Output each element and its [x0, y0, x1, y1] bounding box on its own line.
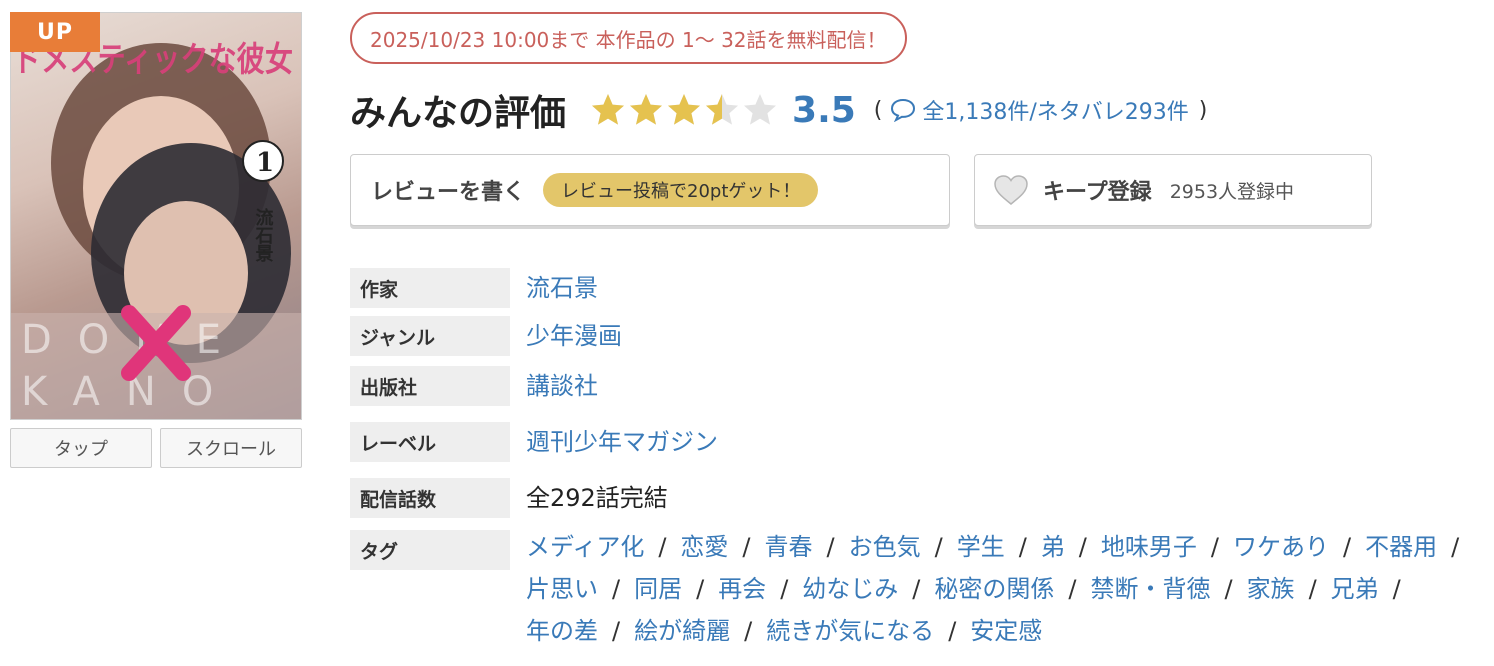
tag-link[interactable]: 秘密の関係 [934, 568, 1054, 610]
cover-image[interactable]: ドメスティックな彼女 1 流石景 DOME KANO [10, 12, 302, 420]
detail-row-publisher: 出版社 講談社 [350, 366, 598, 406]
cover-artwork: ドメスティックな彼女 1 流石景 DOME KANO [11, 40, 301, 419]
detail-label-publisher: 出版社 [350, 366, 510, 406]
speech-bubble-icon [891, 98, 916, 122]
rating-stars [590, 92, 778, 128]
tag-link[interactable]: お色気 [849, 526, 921, 568]
up-badge: UP [10, 12, 100, 52]
tag-separator: / [934, 533, 943, 561]
tag-link[interactable]: メディア化 [526, 526, 644, 568]
rating-row: みんなの評価 3.5 ( 全1,138件/ネタバレ293件 ) [350, 82, 1211, 138]
author-link[interactable]: 流石景 [526, 268, 598, 308]
tag-link[interactable]: 恋愛 [680, 526, 728, 568]
view-mode-buttons: タップ スクロール [10, 428, 302, 468]
tag-link[interactable]: 安定感 [970, 610, 1042, 652]
cover-author-text: 流石景 [253, 207, 275, 263]
tag-separator: / [1224, 575, 1233, 603]
tag-separator: / [744, 617, 753, 645]
tag-link[interactable]: 兄弟 [1331, 568, 1379, 610]
detail-label-tags: タグ [350, 530, 510, 570]
keep-button[interactable]: キープ登録 2953人登録中 [974, 154, 1372, 226]
rating-score: 3.5 [792, 89, 856, 131]
tag-separator: / [1068, 575, 1077, 603]
episodes-value: 全292話完結 [526, 484, 668, 512]
star-icon [668, 94, 701, 125]
tag-separator: / [612, 575, 621, 603]
detail-row-imprint: レーベル 週刊少年マガジン [350, 422, 718, 462]
detail-row-tags: タグ メディア化 / 恋愛 / 青春 / お色気 / 学生 / 弟 / 地味男子 / ワケあり / 不器用 / 片思… [350, 530, 1480, 652]
tag-link[interactable]: 家族 [1247, 568, 1295, 610]
tag-list: メディア化 / 恋愛 / 青春 / お色気 / 学生 / 弟 / 地味男子 / ワケあり / 不器用 / 片思い / 同… [526, 526, 1476, 652]
tag-link[interactable]: 学生 [957, 526, 1005, 568]
detail-label-genre: ジャンル [350, 316, 510, 356]
write-review-button[interactable]: レビューを書く レビュー投稿で20ptゲット！ [350, 154, 950, 226]
tag-link[interactable]: 続きが気になる [766, 610, 934, 652]
review-count-link[interactable]: ( 全1,138件/ネタバレ293件 ) [870, 94, 1212, 126]
free-campaign-notice: 2025/10/23 10:00まで 本作品の 1〜 32話を無料配信！ [350, 12, 907, 64]
detail-row-genre: ジャンル 少年漫画 [350, 316, 622, 356]
tag-link[interactable]: 幼なじみ [802, 568, 898, 610]
tag-separator: / [1210, 533, 1219, 561]
tag-separator: / [780, 575, 789, 603]
tag-separator: / [696, 575, 705, 603]
star-icon [706, 94, 739, 125]
tap-mode-button[interactable]: タップ [10, 428, 152, 468]
detail-label-episodes: 配信話数 [350, 478, 510, 518]
tag-separator: / [1018, 533, 1027, 561]
tag-separator: / [612, 617, 621, 645]
scroll-mode-button[interactable]: スクロール [160, 428, 302, 468]
review-counts: 全1,138件/ネタバレ293件 [922, 100, 1189, 125]
tag-link[interactable]: 片思い [526, 568, 598, 610]
open-paren: ( [873, 97, 883, 123]
tag-link[interactable]: 再会 [718, 568, 766, 610]
tag-separator: / [1078, 533, 1087, 561]
tag-separator: / [948, 617, 957, 645]
publisher-link[interactable]: 講談社 [526, 366, 598, 406]
tag-link[interactable]: ワケあり [1233, 526, 1329, 568]
tag-separator: / [1342, 533, 1352, 561]
detail-label-author: 作家 [350, 268, 510, 308]
detail-row-episodes: 配信話数 全292話完結 [350, 478, 668, 518]
star-icon [744, 94, 777, 125]
tag-separator: / [826, 533, 835, 561]
review-promo-badge: レビュー投稿で20ptゲット！ [543, 173, 819, 207]
close-paren: ) [1198, 97, 1208, 123]
cover-volume-text: 1 [256, 148, 274, 178]
star-icon [630, 94, 663, 125]
detail-label-imprint: レーベル [350, 422, 510, 462]
heart-icon [994, 175, 1028, 205]
genre-link[interactable]: 少年漫画 [526, 316, 622, 356]
rating-title: みんなの評価 [350, 93, 567, 134]
keep-label: キープ登録 [1043, 180, 1152, 205]
tag-link[interactable]: 絵が綺麗 [634, 610, 730, 652]
write-review-label: レビューを書く [371, 180, 526, 205]
tag-link[interactable]: 不器用 [1365, 526, 1437, 568]
tag-separator: / [1392, 575, 1401, 603]
tag-separator: / [1308, 575, 1317, 603]
tag-link[interactable]: 年の差 [526, 610, 598, 652]
tag-link[interactable]: 禁断・背徳 [1090, 568, 1210, 610]
imprint-link[interactable]: 週刊少年マガジン [526, 422, 718, 462]
tag-link[interactable]: 地味男子 [1101, 526, 1197, 568]
tag-separator: / [658, 533, 667, 561]
tag-link[interactable]: 青春 [765, 526, 813, 568]
star-icon [592, 94, 625, 125]
keep-count: 2953人登録中 [1169, 180, 1295, 203]
tag-separator: / [742, 533, 751, 561]
tag-separator: / [912, 575, 921, 603]
tag-link[interactable]: 同居 [634, 568, 682, 610]
tag-separator: / [1451, 533, 1460, 561]
tag-link[interactable]: 弟 [1041, 526, 1065, 568]
detail-row-author: 作家 流石景 [350, 268, 598, 308]
